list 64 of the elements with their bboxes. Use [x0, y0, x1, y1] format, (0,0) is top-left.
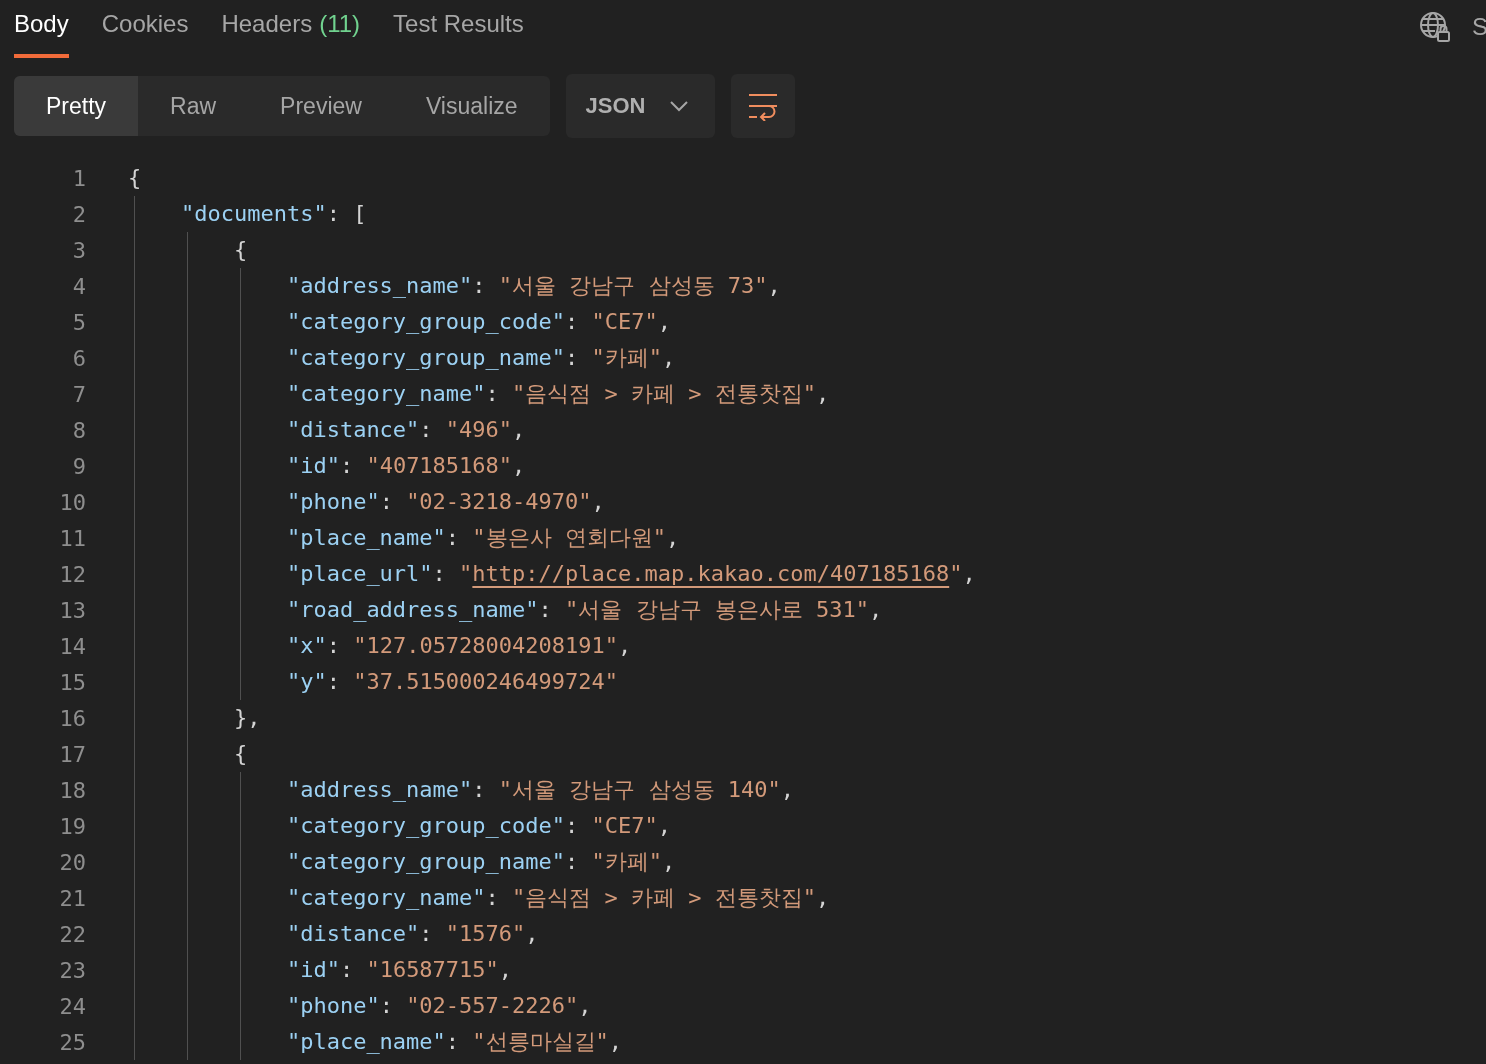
view-mode-tab[interactable]: Pretty — [14, 76, 139, 136]
code-line: "x": "127.05728004208191", — [286, 632, 632, 660]
line-number: 18 — [58, 777, 86, 803]
line-number: 5 — [71, 309, 86, 335]
code-line: "category_group_code": "CE7", — [286, 308, 672, 336]
line-number: 14 — [58, 633, 86, 659]
code-line: { — [128, 164, 142, 192]
code-line: "category_group_code": "CE7", — [286, 812, 672, 840]
line-number: 19 — [58, 813, 86, 839]
code-line: }, — [233, 704, 261, 732]
code-line: "category_group_name": "카페", — [286, 848, 676, 876]
wrap-lines-icon — [747, 91, 780, 121]
line-number: 16 — [58, 705, 86, 731]
code-line: "distance": "1576", — [286, 920, 539, 948]
response-tab[interactable]: Test Results — [393, 0, 524, 58]
line-number: 22 — [58, 921, 86, 947]
response-tab[interactable]: Headers (11) — [221, 0, 361, 58]
code-line: "category_group_name": "카페", — [286, 344, 676, 372]
line-number: 3 — [71, 237, 86, 263]
line-number: 11 — [58, 525, 86, 551]
code-line: "address_name": "서울 강남구 삼성동 73", — [286, 272, 781, 300]
response-tab[interactable]: Cookies — [101, 0, 189, 58]
code-line: "category_name": "음식점 > 카페 > 전통찻집", — [286, 884, 830, 912]
format-dropdown[interactable]: JSON — [565, 74, 716, 138]
line-number: 13 — [58, 597, 86, 623]
line-number: 12 — [58, 561, 86, 587]
code-line: "distance": "496", — [286, 416, 526, 444]
line-number: 2 — [71, 201, 86, 227]
line-number: 25 — [58, 1029, 86, 1055]
line-number: 1 — [71, 165, 86, 191]
view-mode-tab[interactable]: Preview — [248, 76, 394, 136]
line-number: 20 — [58, 849, 86, 875]
caret-icon — [669, 100, 690, 112]
code-line: "phone": "02-557-2226", — [286, 992, 592, 1020]
code-line: { — [233, 236, 248, 264]
line-number: 7 — [71, 381, 86, 407]
code-line: "y": "37.515000246499724" — [286, 668, 619, 696]
view-mode-tab[interactable]: Raw — [138, 76, 249, 136]
line-number: 15 — [58, 669, 86, 695]
line-number: 10 — [58, 489, 86, 515]
code-line: "documents": [ — [180, 200, 367, 228]
line-number: 23 — [58, 957, 86, 983]
code-line: "id": "16587715", — [286, 956, 513, 984]
code-line: "road_address_name": "서울 강남구 봉은사로 531", — [286, 596, 883, 624]
code-line: "phone": "02-3218-4970", — [286, 488, 605, 516]
response-tab[interactable]: Body — [14, 0, 69, 58]
url-link[interactable]: http://place.map.kakao.com/407185168 — [472, 556, 950, 592]
line-number: 21 — [58, 885, 86, 911]
code-line: "id": "407185168", — [286, 452, 526, 480]
line-number: 24 — [58, 993, 86, 1019]
line-number: 9 — [71, 453, 86, 479]
word-wrap-button[interactable] — [731, 74, 796, 138]
code-line: "place_name": "봉은사 연회다원", — [286, 524, 680, 552]
line-number: 17 — [58, 741, 86, 767]
code-line: "place_url": "http://place.map.kakao.com/407185168", — [286, 556, 976, 592]
line-number: 6 — [71, 345, 86, 371]
code-line: "category_name": "음식점 > 카페 > 전통찻집", — [286, 380, 830, 408]
code-line: "address_name": "서울 강남구 삼성동 140", — [286, 776, 795, 804]
code-line: { — [233, 740, 248, 768]
globe-lock-icon[interactable] — [1418, 10, 1452, 44]
line-number: 4 — [71, 273, 86, 299]
code-line: "place_name": "선릉마실길", — [286, 1028, 623, 1056]
line-number: 8 — [71, 417, 86, 443]
view-mode-tab[interactable]: Visualize — [393, 76, 550, 136]
